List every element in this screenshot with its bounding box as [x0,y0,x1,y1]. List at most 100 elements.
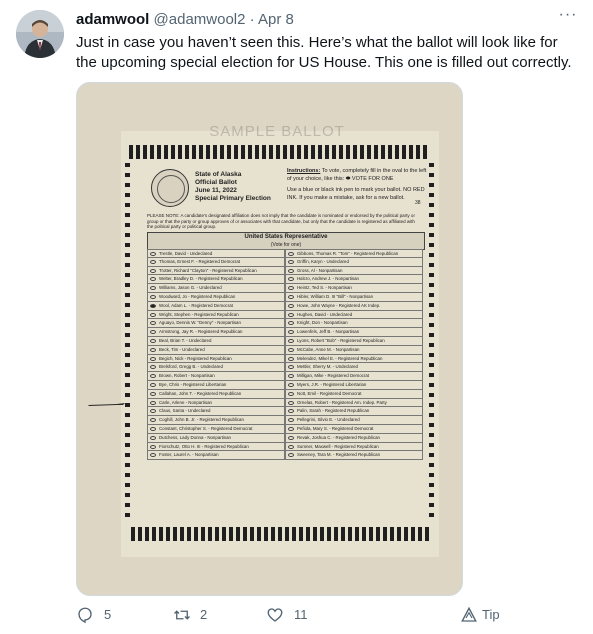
candidate-row[interactable]: Lowenfels, Jeff B. - Nonpartisan [285,328,423,337]
empty-oval-icon[interactable] [150,374,156,379]
empty-oval-icon[interactable] [150,435,156,440]
filled-oval-icon[interactable] [150,303,156,308]
candidate-row[interactable]: Thomas, Ernest F. - Registered Democrat [147,257,285,267]
candidate-row[interactable]: Trestle, David - Undeclared [147,249,285,258]
empty-oval-icon[interactable] [150,444,156,449]
candidate-row[interactable]: Hughes, David - Undeclared [285,310,423,320]
empty-oval-icon[interactable] [150,294,156,299]
empty-oval-icon[interactable] [288,277,294,282]
empty-oval-icon[interactable] [288,391,294,396]
candidate-row[interactable]: Sweeney, Tara M. - Registered Republican [285,451,423,461]
empty-oval-icon[interactable] [150,400,156,405]
candidate-row[interactable]: Foster, Laurel A. - Nonpartisan [147,451,285,461]
candidate-row[interactable]: Carle, Arlene - Nonpartisan [147,398,285,408]
empty-oval-icon[interactable] [150,453,156,458]
candidate-row[interactable]: Dutchess, Lady Donna - Nonpartisan [147,433,285,443]
empty-oval-icon[interactable] [288,347,294,352]
display-name[interactable]: adamwool [76,11,149,28]
candidate-row[interactable]: Ornelas, Robert - Registered Am. Indep. … [285,398,423,408]
candidate-row[interactable]: Aguayo, Dennis W. "Denny" - Nonpartisan [147,319,285,329]
candidate-row[interactable]: Palin, Sarah - Registered Republican [285,407,423,417]
tweet-media[interactable]: SAMPLE BALLOT State of Alaska Official B… [76,82,463,596]
empty-oval-icon[interactable] [288,330,294,335]
candidate-row[interactable]: Beck, Tim - Undeclared [147,345,285,355]
empty-oval-icon[interactable] [150,391,156,396]
candidate-row[interactable]: Hibler, William D. III "Bill" - Nonparti… [285,292,423,302]
empty-oval-icon[interactable] [288,453,294,458]
candidate-row[interactable]: Constant, Christopher S. - Registered De… [147,424,285,434]
candidate-row[interactable]: Bye, Chris - Registered Libertarian [147,380,285,390]
candidate-row[interactable]: Gibbons, Thomas R. "Tom" - Registered Re… [285,249,423,258]
empty-oval-icon[interactable] [288,286,294,291]
candidate-row[interactable]: Myers, J.R. - Registered Libertarian [285,380,423,390]
empty-oval-icon[interactable] [150,330,156,335]
empty-oval-icon[interactable] [288,268,294,273]
avatar[interactable] [16,10,64,58]
empty-oval-icon[interactable] [150,338,156,343]
empty-oval-icon[interactable] [288,252,294,256]
empty-oval-icon[interactable] [288,382,294,387]
empty-oval-icon[interactable] [150,365,156,370]
empty-oval-icon[interactable] [288,321,294,326]
candidate-row[interactable]: Callahan, John T. - Registered Republica… [147,389,285,399]
empty-oval-icon[interactable] [288,259,294,264]
candidate-row[interactable]: Trotter, Richard "Clayton" - Registered … [147,266,285,276]
candidate-row[interactable]: Halcro, Andrew J. - Nonpartisan [285,275,423,285]
empty-oval-icon[interactable] [150,426,156,431]
candidate-row[interactable]: Sumner, Maxwell - Registered Republican [285,442,423,452]
empty-oval-icon[interactable] [288,418,294,423]
empty-oval-icon[interactable] [288,356,294,361]
candidate-row[interactable]: Nott, Emil - Registered Democrat [285,389,423,399]
candidate-row[interactable]: Melendez, Mikel E. - Registered Republic… [285,354,423,364]
candidate-row[interactable]: Milligan, Mike - Registered Democrat [285,372,423,381]
candidate-row[interactable]: Fiorschutz, Otto H. III - Registered Rep… [147,442,285,452]
empty-oval-icon[interactable] [150,382,156,387]
empty-oval-icon[interactable] [288,365,294,370]
candidate-row[interactable]: Armstrong, Jay R. - Registered Republica… [147,328,285,337]
candidate-row[interactable]: Pefiola, Mary S. - Registered Democrat [285,424,423,434]
candidate-row[interactable]: McCabe, Anne M. - Nonpartisan [285,345,423,355]
candidate-row[interactable]: Wool, Adam L. - Registered Democrat [147,301,285,311]
candidate-row[interactable]: Lyons, Robert "Bob" - Registered Republi… [285,336,423,346]
empty-oval-icon[interactable] [150,347,156,352]
candidate-row[interactable]: Claus, Santa - Undeclared [147,407,285,417]
timestamp[interactable]: Apr 8 [258,11,294,28]
candidate-row[interactable]: Williams, Jason G. - Undeclared [147,284,285,293]
candidate-row[interactable]: Brelsford, Gregg B. - Undeclared [147,363,285,373]
user-handle[interactable]: @adamwool2 [154,11,246,28]
empty-oval-icon[interactable] [288,409,294,414]
empty-oval-icon[interactable] [150,277,156,282]
candidate-row[interactable]: Knight, Don - Nonpartisan [285,319,423,329]
empty-oval-icon[interactable] [150,268,156,273]
candidate-row[interactable]: Brown, Robert - Nonpartisan [147,372,285,381]
empty-oval-icon[interactable] [150,321,156,326]
empty-oval-icon[interactable] [150,312,156,317]
empty-oval-icon[interactable] [150,356,156,361]
empty-oval-icon[interactable] [288,444,294,449]
candidate-row[interactable]: Revak, Joshua C. - Registered Republican [285,433,423,443]
candidate-row[interactable]: Howe, John Wayne - Registered AK Indep. [285,301,423,311]
candidate-row[interactable]: Mettler, Sherry M. - Undeclared [285,363,423,373]
empty-oval-icon[interactable] [288,312,294,317]
empty-oval-icon[interactable] [150,418,156,423]
candidate-row[interactable]: Begich, Nick - Registered Republican [147,354,285,364]
more-icon[interactable]: ··· [557,7,579,28]
candidate-row[interactable]: Woodward, Jo - Registered Republican [147,292,285,302]
empty-oval-icon[interactable] [288,400,294,405]
empty-oval-icon[interactable] [288,294,294,299]
candidate-row[interactable]: Coghill, John B. Jr. - Registered Republ… [147,416,285,425]
candidate-row[interactable]: Beal, Brian T. - Undeclared [147,336,285,346]
empty-oval-icon[interactable] [288,426,294,431]
empty-oval-icon[interactable] [288,374,294,379]
candidate-row[interactable]: Pellegrini, Silvio E. - Undeclared [285,416,423,425]
candidate-row[interactable]: Heintz, Ted S. - Nonpartisan [285,284,423,293]
empty-oval-icon[interactable] [288,338,294,343]
candidate-row[interactable]: Gross, Al - Nonpartisan [285,266,423,276]
candidate-row[interactable]: Welter, Bradley D. - Registered Republic… [147,275,285,285]
empty-oval-icon[interactable] [150,286,156,291]
candidate-row[interactable]: Griffin, Karyn - Undeclared [285,257,423,267]
empty-oval-icon[interactable] [288,303,294,308]
candidate-row[interactable]: Wright, Stephen - Registered Republican [147,310,285,320]
empty-oval-icon[interactable] [150,259,156,264]
empty-oval-icon[interactable] [150,409,156,414]
